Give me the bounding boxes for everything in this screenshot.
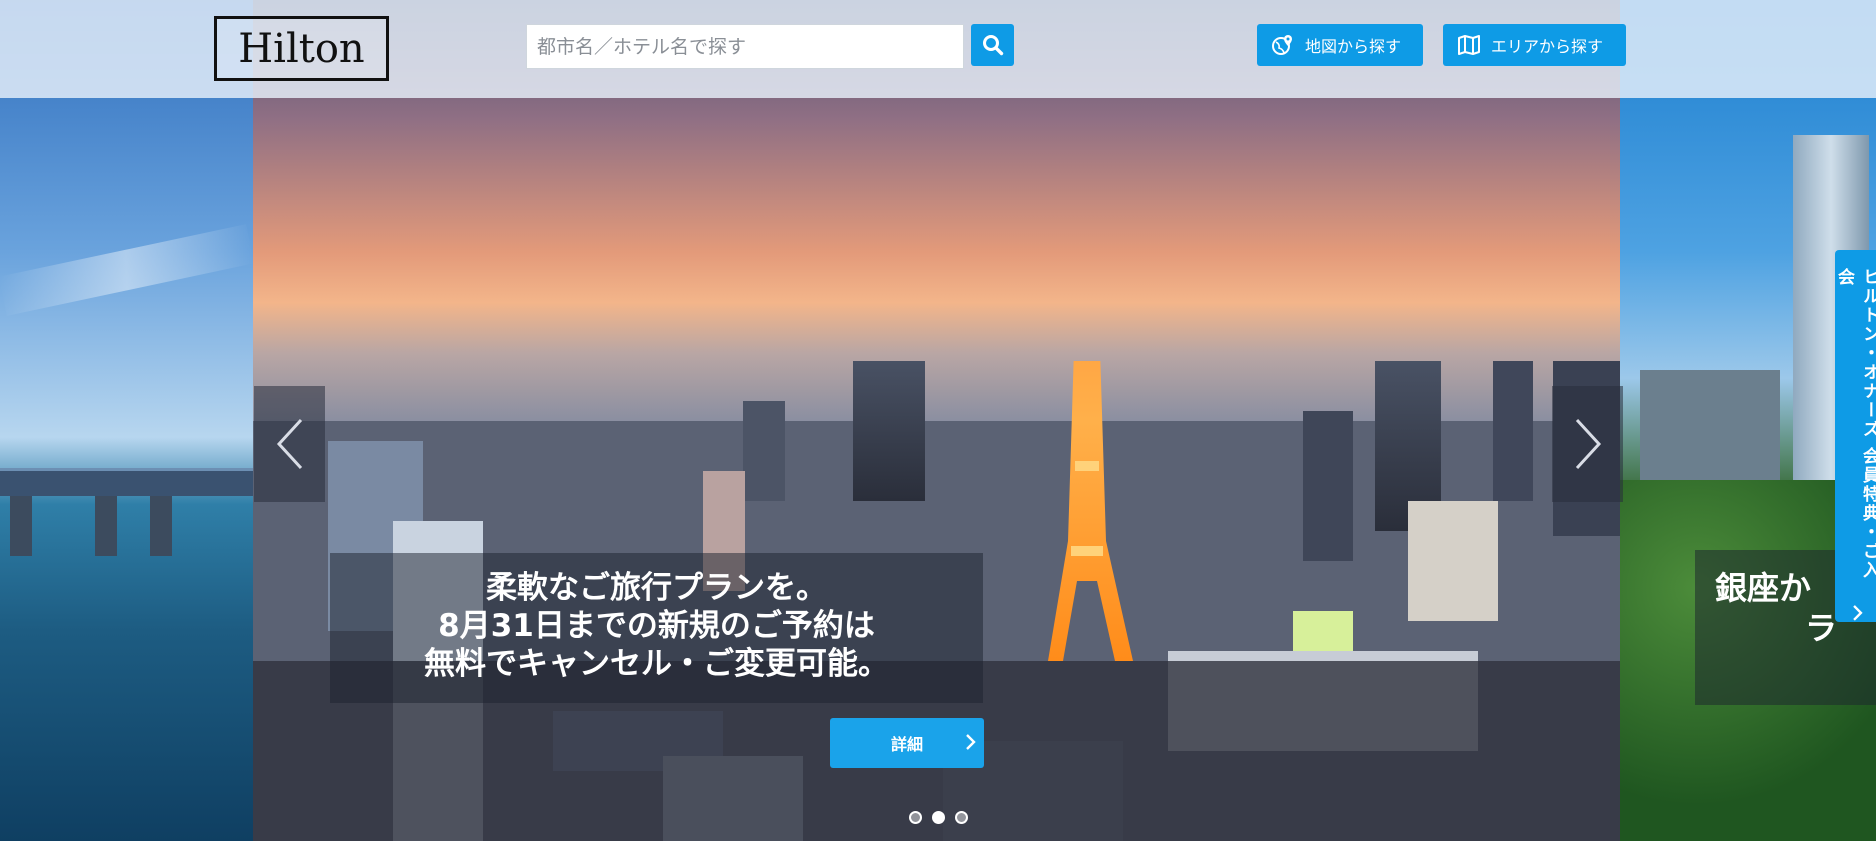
- chevron-right-icon: [1853, 605, 1863, 621]
- map-search-label: 地図から探す: [1305, 37, 1402, 56]
- next-slide-caption: 銀座か ラ: [1715, 569, 1838, 647]
- honors-side-tab-label: ヒルトン・オナーズ 会員特典・ご入会: [1834, 268, 1876, 580]
- carousel-dot[interactable]: [909, 811, 922, 824]
- site-header: Hilton 地図から探す エリアから探す: [0, 0, 1876, 98]
- carousel-prev-button[interactable]: [254, 386, 325, 502]
- bridge-pillar: [95, 496, 117, 556]
- chevron-right-icon: [966, 734, 976, 750]
- bridge-pillar: [10, 496, 32, 556]
- folded-map-icon: [1457, 33, 1481, 57]
- slide-caption-line1: 柔軟なご旅行プランを。: [486, 570, 827, 606]
- logo-text: Hilton: [238, 25, 365, 72]
- carousel-dot[interactable]: [955, 811, 968, 824]
- previous-slide-image: [0, 0, 253, 841]
- bridge: [0, 468, 253, 496]
- bridge-pillar: [150, 496, 172, 556]
- chevron-right-icon: [1575, 418, 1601, 470]
- chevron-left-icon: [276, 418, 302, 470]
- slide-caption-line2: 8月31日までの新規のご予約は: [438, 608, 875, 644]
- cloud-streak: [0, 224, 253, 316]
- detail-button[interactable]: 詳細: [830, 718, 984, 768]
- honors-side-tab[interactable]: ヒルトン・オナーズ 会員特典・ご入会: [1834, 250, 1876, 622]
- carousel-dot[interactable]: [932, 811, 945, 824]
- building: [1640, 370, 1780, 480]
- area-search-label: エリアから探す: [1491, 37, 1604, 56]
- detail-button-label: 詳細: [890, 735, 923, 754]
- globe-pin-icon: [1271, 33, 1295, 57]
- hero-slide-image: [253, 0, 1620, 841]
- search-input[interactable]: [526, 24, 964, 69]
- carousel-indicators: [909, 811, 968, 824]
- hilton-logo[interactable]: Hilton: [214, 16, 389, 81]
- area-search-button[interactable]: エリアから探す: [1443, 24, 1626, 66]
- map-search-button[interactable]: 地図から探す: [1257, 24, 1423, 66]
- search-icon: [982, 35, 1003, 56]
- search-button[interactable]: [971, 24, 1014, 66]
- slide-caption-line3: 無料でキャンセル・ご変更可能。: [424, 646, 889, 682]
- carousel-next-button[interactable]: [1552, 386, 1623, 502]
